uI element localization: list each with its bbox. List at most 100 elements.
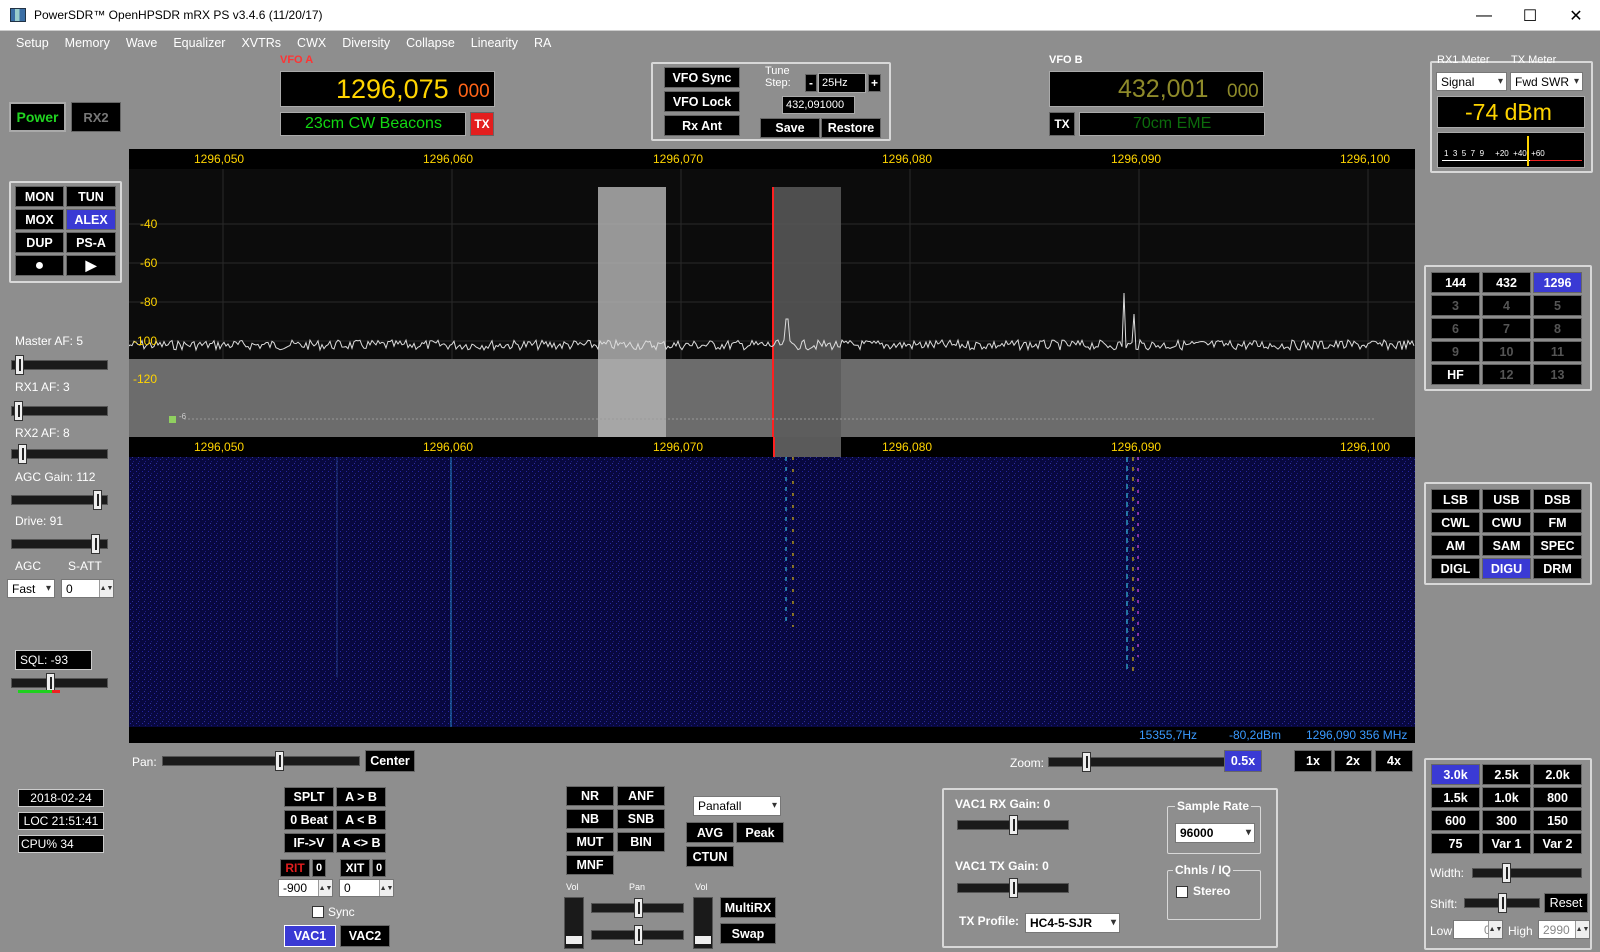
spinner-icon[interactable]: ▲▼ (318, 880, 332, 896)
vol2-thumb[interactable] (695, 936, 711, 944)
snb-button[interactable]: SNB (617, 809, 665, 829)
maximize-button[interactable]: ☐ (1507, 0, 1553, 31)
filter-300-button[interactable]: 300 (1482, 810, 1531, 831)
spinner-icon[interactable]: ▲▼ (379, 880, 393, 896)
split-button[interactable]: SPLT (284, 787, 334, 807)
drive-thumb[interactable] (91, 534, 100, 554)
ctun-button[interactable]: CTUN (686, 846, 734, 867)
mnf-button[interactable]: MNF (566, 855, 614, 875)
anf-button[interactable]: ANF (617, 786, 665, 806)
menu-ra[interactable]: RA (534, 36, 551, 50)
waterfall-graph[interactable] (129, 457, 1415, 727)
s-att-input[interactable]: 0 ▲▼ (61, 579, 114, 598)
filter-1-0k-button[interactable]: 1.0k (1482, 787, 1531, 808)
shift-thumb[interactable] (1498, 893, 1507, 913)
menu-memory[interactable]: Memory (65, 36, 110, 50)
alex-button[interactable]: ALEX (66, 209, 116, 230)
rx1-meter-select[interactable]: Signal ▾ (1436, 72, 1507, 91)
if-to-v-button[interactable]: IF->V (284, 833, 334, 853)
ps-a-button[interactable]: PS-A (66, 232, 116, 253)
zero-beat-button[interactable]: 0 Beat (284, 810, 334, 830)
band-hf-button[interactable]: HF (1431, 364, 1480, 385)
band-1296-button[interactable]: 1296 (1533, 272, 1582, 293)
a-swap-b-button[interactable]: A <> B (336, 833, 386, 853)
filter-2-0k-button[interactable]: 2.0k (1533, 764, 1582, 785)
master-af-thumb[interactable] (15, 355, 24, 375)
tx-profile-select[interactable]: HC4-5-SJR ▾ (1025, 913, 1120, 933)
tx-meter-select[interactable]: Fwd SWR ▾ (1510, 72, 1583, 91)
vol2-slider[interactable] (693, 897, 713, 949)
high-input[interactable]: 2990 ▲▼ (1538, 920, 1590, 939)
rit-button[interactable]: RIT (280, 859, 310, 877)
menu-xvtrs[interactable]: XVTRs (241, 36, 281, 50)
vac2-button[interactable]: VAC2 (340, 925, 390, 947)
filter-150-button[interactable]: 150 (1533, 810, 1582, 831)
shift-slider[interactable] (1464, 893, 1540, 913)
band-432-button[interactable]: 432 (1482, 272, 1531, 293)
sync-checkbox[interactable] (312, 906, 324, 918)
mode-lsb-button[interactable]: LSB (1431, 489, 1480, 510)
filter-800-button[interactable]: 800 (1533, 787, 1582, 808)
low-input[interactable]: 0▲▼ (1453, 920, 1503, 939)
vfo-b-tx-button[interactable]: TX (1049, 112, 1075, 136)
peak-button[interactable]: Peak (736, 822, 784, 843)
mute-button[interactable]: MUT (566, 832, 614, 852)
pan-slider[interactable] (162, 751, 360, 771)
mode-usb-button[interactable]: USB (1482, 489, 1531, 510)
pan-balance-slider-1[interactable] (591, 898, 684, 918)
nb-button[interactable]: NB (566, 809, 614, 829)
menu-setup[interactable]: Setup (16, 36, 49, 50)
menu-cwx[interactable]: CWX (297, 36, 326, 50)
xit-value-input[interactable]: 0 ▲▼ (339, 879, 394, 897)
mode-sam-button[interactable]: SAM (1482, 535, 1531, 556)
vfo-sync-button[interactable]: VFO Sync (664, 67, 740, 88)
vac1-button[interactable]: VAC1 (284, 925, 336, 947)
drive-slider[interactable] (11, 534, 108, 554)
zoom-slider[interactable] (1048, 752, 1244, 772)
mode-am-button[interactable]: AM (1431, 535, 1480, 556)
dup-button[interactable]: DUP (15, 232, 64, 253)
sql-button[interactable]: SQL: -93 (15, 650, 92, 670)
rx2-af-thumb[interactable] (18, 444, 27, 464)
sample-rate-select[interactable]: 96000 ▾ (1175, 823, 1255, 843)
zoom-0-5x-button[interactable]: 0.5x (1224, 750, 1262, 772)
vol-slider[interactable] (564, 897, 584, 949)
rit-value-input[interactable]: -900 ▲▼ (278, 879, 333, 897)
vac1-rx-gain-slider[interactable] (957, 815, 1069, 835)
step-plus-button[interactable]: + (868, 74, 881, 92)
mode-drm-button[interactable]: DRM (1533, 558, 1582, 579)
avg-button[interactable]: AVG (686, 822, 734, 843)
filter-2-5k-button[interactable]: 2.5k (1482, 764, 1531, 785)
filter-1-5k-button[interactable]: 1.5k (1431, 787, 1480, 808)
menu-equalizer[interactable]: Equalizer (173, 36, 225, 50)
width-slider[interactable] (1472, 863, 1582, 883)
rx-ant-button[interactable]: Rx Ant (664, 115, 740, 136)
band-12-button[interactable]: 12 (1482, 364, 1531, 385)
tun-button[interactable]: TUN (66, 186, 116, 207)
restore-button[interactable]: Restore (821, 118, 881, 138)
vac1-rx-gain-thumb[interactable] (1009, 815, 1018, 835)
rx2-af-slider[interactable] (11, 444, 108, 464)
vac1-tx-gain-thumb[interactable] (1009, 878, 1018, 898)
b-to-a-button[interactable]: A < B (336, 810, 386, 830)
play-button[interactable]: ▶ (66, 255, 116, 276)
filter-var-2-button[interactable]: Var 2 (1533, 833, 1582, 854)
nr-button[interactable]: NR (566, 786, 614, 806)
stereo-checkbox[interactable] (1176, 886, 1188, 898)
mode-digl-button[interactable]: DIGL (1431, 558, 1480, 579)
vac1-tx-gain-slider[interactable] (957, 878, 1069, 898)
panadapter-graph[interactable] (129, 169, 1415, 437)
close-button[interactable]: ✕ (1553, 0, 1599, 31)
vfo-b-display[interactable]: 432,001 000 (1049, 71, 1264, 107)
spinner-icon[interactable]: ▲▼ (1575, 921, 1589, 938)
rx1-af-thumb[interactable] (14, 401, 23, 421)
mon-button[interactable]: MON (15, 186, 64, 207)
vfo-lock-button[interactable]: VFO Lock (664, 91, 740, 112)
reset-button[interactable]: Reset (1544, 893, 1588, 913)
band-4-button[interactable]: 4 (1482, 295, 1531, 316)
pan-thumb[interactable] (275, 751, 284, 771)
rx2-button[interactable]: RX2 (71, 102, 121, 132)
a-to-b-button[interactable]: A > B (336, 787, 386, 807)
spinner-icon[interactable]: ▲▼ (99, 580, 113, 597)
center-button[interactable]: Center (365, 750, 415, 772)
